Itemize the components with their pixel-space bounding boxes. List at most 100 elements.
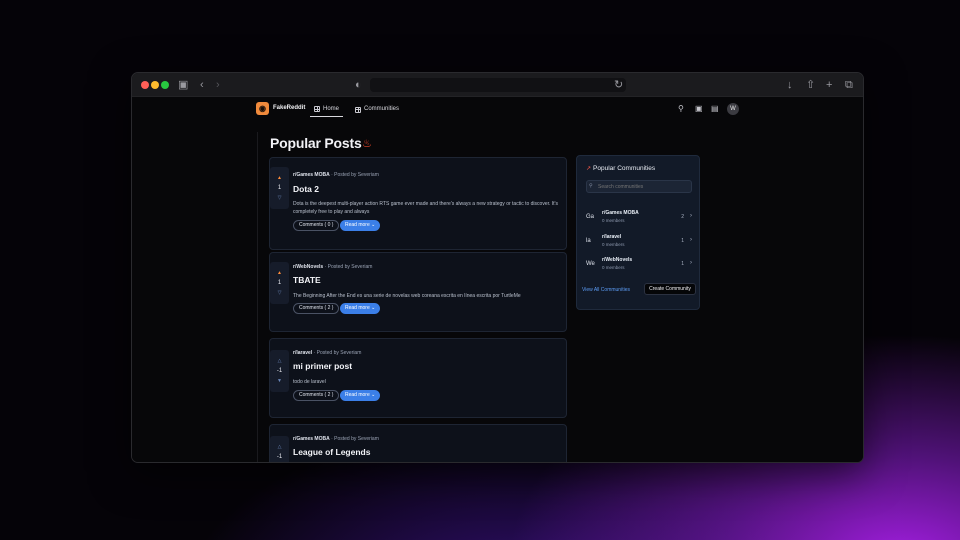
post-author: · Posted by Severiam xyxy=(313,350,362,356)
maximize-window-button[interactable] xyxy=(161,81,169,89)
upvote-icon[interactable]: △ xyxy=(278,358,282,364)
post-body: todo de laravel xyxy=(293,379,326,385)
brand-logo-icon[interactable]: ◉ xyxy=(256,102,269,115)
post-card[interactable]: ▲ 1 ▽ r/WebNovels · Posted by Severiam T… xyxy=(269,252,567,332)
post-author: · Posted by Severiam xyxy=(331,436,379,442)
sidebar-toggle-icon[interactable]: ▣ xyxy=(178,78,188,92)
panel-title: ↗ Popular Communities xyxy=(586,165,655,172)
community-row[interactable]: la r/laravel 0 members 1 › xyxy=(586,233,692,253)
grid-icon xyxy=(314,106,320,112)
read-more-label: Read more xyxy=(345,222,370,228)
community-abbr: la xyxy=(586,238,591,244)
chevron-right-icon: › xyxy=(690,237,692,243)
community-members: 0 members xyxy=(602,265,625,270)
browser-window: ▣ ‹ › ◐ ↻ ↓ ⇧ + ⧉ ◉ FakeReddit Home Comm… xyxy=(131,72,864,463)
vote-score: -1 xyxy=(276,368,283,374)
post-meta: r/Games MOBA · Posted by Severiam xyxy=(293,172,379,178)
download-icon[interactable]: ↓ xyxy=(787,78,793,92)
post-body: The Beginning After the End es una serie… xyxy=(293,293,521,299)
close-window-button[interactable] xyxy=(141,81,149,89)
post-author: · Posted by Severiam xyxy=(331,172,379,178)
post-community[interactable]: r/Games MOBA xyxy=(293,436,330,442)
avatar[interactable]: W xyxy=(727,103,739,115)
community-name: r/laravel xyxy=(602,234,622,240)
vote-score: 1 xyxy=(277,185,282,191)
panel-title-text: Popular Communities xyxy=(593,165,656,172)
vote-column: △ -1 xyxy=(270,436,289,462)
trending-icon: ↗ xyxy=(586,166,592,172)
community-abbr: We xyxy=(586,261,595,267)
nav-home-tab[interactable]: Home xyxy=(310,102,344,117)
community-row[interactable]: Ga r/Games MOBA 0 members 2 › xyxy=(586,209,692,229)
nav-communities-tab[interactable]: Communities xyxy=(351,102,403,117)
upvote-icon[interactable]: △ xyxy=(278,444,282,450)
top-nav: ◉ FakeReddit Home Communities ⚲ ▣ ▤ W xyxy=(132,97,863,121)
downvote-icon[interactable]: ▽ xyxy=(278,195,282,201)
upvote-icon[interactable]: ▲ xyxy=(277,270,282,276)
downvote-icon[interactable]: ▽ xyxy=(278,290,282,296)
vote-score: 1 xyxy=(277,280,282,286)
vote-column: ▲ 1 ▽ xyxy=(270,262,289,304)
flame-icon: ♨ xyxy=(362,138,372,150)
vote-column: ▲ 1 ▽ xyxy=(270,167,289,209)
search-icon[interactable]: ⚲ xyxy=(678,104,684,114)
post-title[interactable]: Dota 2 xyxy=(293,184,319,194)
community-abbr: Ga xyxy=(586,214,595,220)
community-row[interactable]: We r/WebNovels 0 members 1 › xyxy=(586,256,692,276)
forward-icon[interactable]: › xyxy=(216,78,220,92)
nav-home-label: Home xyxy=(323,105,340,112)
web-page: ◉ FakeReddit Home Communities ⚲ ▣ ▤ W Po… xyxy=(132,97,863,462)
post-card[interactable]: ▲ 1 ▽ r/Games MOBA · Posted by Severiam … xyxy=(269,157,567,250)
new-tab-icon[interactable]: + xyxy=(826,78,832,92)
read-more-button[interactable]: Read more ⌄ xyxy=(340,303,381,314)
upvote-icon[interactable]: ▲ xyxy=(277,175,282,181)
chevron-right-icon: › xyxy=(690,260,692,266)
chevron-right-icon: › xyxy=(690,213,692,219)
read-more-button[interactable]: Read more ⌄ xyxy=(340,390,381,401)
divider xyxy=(257,132,258,462)
comments-button[interactable]: Comments ( 0 ) xyxy=(293,220,340,231)
community-post-count: 1 xyxy=(681,238,684,244)
post-community[interactable]: r/WebNovels xyxy=(293,264,323,270)
search-icon: ⚲ xyxy=(589,183,593,189)
post-community[interactable]: r/Games MOBA xyxy=(293,172,330,178)
post-body: Dota is the deepest multi-player action … xyxy=(293,201,558,215)
community-members: 0 members xyxy=(602,242,625,247)
downvote-icon[interactable]: ▼ xyxy=(277,378,282,384)
brand-name[interactable]: FakeReddit xyxy=(273,105,305,111)
post-meta: r/Games MOBA · Posted by Severiam xyxy=(293,436,379,442)
community-post-count: 1 xyxy=(681,261,684,267)
community-members: 0 members xyxy=(602,218,625,223)
post-card[interactable]: △ -1 r/Games MOBA · Posted by Severiam L… xyxy=(269,424,567,462)
nav-communities-label: Communities xyxy=(364,106,400,112)
folder-icon[interactable]: ▣ xyxy=(695,104,703,114)
browser-toolbar: ▣ ‹ › ◐ ↻ ↓ ⇧ + ⧉ xyxy=(132,73,863,97)
comments-button[interactable]: Comments ( 2 ) xyxy=(293,390,340,401)
vote-score: -1 xyxy=(276,454,283,460)
shield-icon[interactable]: ◐ xyxy=(355,78,362,92)
post-title[interactable]: League of Legends xyxy=(293,447,370,457)
share-icon[interactable]: ⇧ xyxy=(806,78,815,92)
reload-icon[interactable]: ↻ xyxy=(614,78,623,92)
address-bar[interactable] xyxy=(370,78,626,92)
minimize-window-button[interactable] xyxy=(151,81,159,89)
tabs-overview-icon[interactable]: ⧉ xyxy=(845,78,853,92)
back-icon[interactable]: ‹ xyxy=(200,78,204,92)
post-community[interactable]: r/laravel xyxy=(293,350,312,356)
grid-icon xyxy=(355,106,361,113)
read-more-button[interactable]: Read more ⌄ xyxy=(340,220,381,231)
read-more-label: Read more xyxy=(345,392,370,398)
post-card[interactable]: △ -1 ▼ r/laravel · Posted by Severiam mi… xyxy=(269,338,567,418)
book-icon[interactable]: ▤ xyxy=(711,104,719,114)
post-title[interactable]: mi primer post xyxy=(293,361,352,371)
post-title[interactable]: TBATE xyxy=(293,275,321,285)
post-meta: r/laravel · Posted by Severiam xyxy=(293,350,361,356)
page-title: Popular Posts xyxy=(270,135,362,151)
view-all-communities-link[interactable]: View All Communities xyxy=(582,287,630,293)
search-communities-input[interactable] xyxy=(586,180,692,193)
read-more-label: Read more xyxy=(345,305,370,311)
vote-column: △ -1 ▼ xyxy=(270,350,289,392)
create-community-button[interactable]: Create Community xyxy=(644,283,696,295)
comments-button[interactable]: Comments ( 2 ) xyxy=(293,303,340,314)
community-post-count: 2 xyxy=(681,214,684,220)
